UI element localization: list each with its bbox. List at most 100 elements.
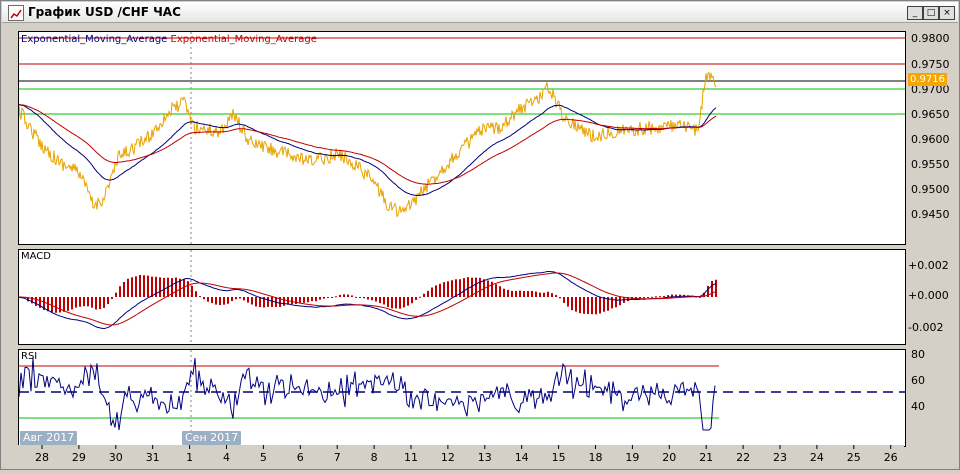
macd-histogram-bar <box>355 296 357 298</box>
time-tick-label: 11 <box>404 451 418 464</box>
macd-histogram-bar <box>371 297 373 301</box>
macd-histogram-bar <box>111 297 113 299</box>
macd-histogram-bar <box>331 296 333 298</box>
macd-histogram-bar <box>175 277 177 297</box>
price-pane[interactable]: Exponential_Moving_Average Exponential_M… <box>18 31 906 245</box>
time-tick-label: 30 <box>109 451 123 464</box>
time-tick-label: 21 <box>699 451 713 464</box>
legend-ema-slow: Exponential_Moving_Average <box>170 34 317 45</box>
macd-histogram-bar <box>423 293 425 297</box>
macd-histogram-bar <box>223 297 225 305</box>
macd-histogram-bar <box>319 297 321 300</box>
macd-histogram-bar <box>563 297 565 303</box>
macd-histogram-bar <box>611 297 613 309</box>
macd-histogram-bar <box>487 280 489 297</box>
macd-histogram-bar <box>259 297 261 307</box>
indicator-legend: Exponential_Moving_Average Exponential_M… <box>21 34 317 45</box>
time-tick-label: 29 <box>72 451 86 464</box>
time-tick-label: 31 <box>146 451 160 464</box>
time-axis-ticks: 28 29 30 31 1 4 5 6 7 8 11 12 13 14 15 18 19 20 21 22 23 24 25… <box>35 445 898 464</box>
macd-histogram-bar <box>643 297 645 299</box>
close-icon: × <box>943 8 951 18</box>
macd-histogram-bar <box>95 297 97 310</box>
time-tick-label: 1 <box>186 451 193 464</box>
macd-histogram-bar <box>327 297 329 298</box>
macd-histogram-bar <box>227 297 229 304</box>
macd-histogram-bar <box>363 297 365 299</box>
time-tick-label: 8 <box>371 451 378 464</box>
macd-histogram-bar <box>139 274 141 297</box>
macd-tick: +0.000 <box>908 289 949 302</box>
macd-histogram-bar <box>419 296 421 298</box>
time-tick-label: 23 <box>773 451 787 464</box>
macd-histogram-bar <box>187 281 189 297</box>
time-tick-label: 12 <box>441 451 455 464</box>
macd-histogram-bar <box>103 297 105 308</box>
minimize-icon: _ <box>912 8 918 18</box>
time-tick-label: 5 <box>260 451 267 464</box>
rsi-tick: 80 <box>911 348 925 361</box>
macd-histogram-bar <box>143 275 145 297</box>
macd-histogram-bar <box>519 290 521 297</box>
price-tick: 0.9800 <box>911 32 950 45</box>
macd-histogram-bar <box>55 297 57 313</box>
time-tick-label: 28 <box>35 451 49 464</box>
macd-histogram-bar <box>195 291 197 297</box>
macd-histogram-bar <box>315 297 317 302</box>
rsi-tick: 40 <box>911 400 925 413</box>
macd-histogram-bar <box>603 297 605 312</box>
macd-histogram-bar <box>59 297 61 313</box>
macd-histogram-bar <box>207 297 209 302</box>
macd-pane[interactable]: MACD <box>18 249 906 345</box>
macd-histogram-bar <box>307 297 309 303</box>
rsi-pane[interactable]: RSI Авг 2017 Сен 2017 <box>18 349 906 447</box>
macd-histogram-bar <box>383 297 385 305</box>
macd-histogram-bar <box>663 295 665 297</box>
macd-histogram-bar <box>463 278 465 297</box>
macd-histogram-bar <box>359 297 361 298</box>
time-tick-label: 20 <box>662 451 676 464</box>
macd-histogram-bar <box>619 297 621 306</box>
macd-histogram-bar <box>651 296 653 298</box>
macd-histogram-bar <box>75 297 77 308</box>
macd-histogram-bar <box>191 285 193 297</box>
macd-histogram-bar <box>147 275 149 297</box>
macd-histogram-bar <box>567 297 569 307</box>
macd-histogram-bar <box>511 290 513 297</box>
macd-histogram-bar <box>503 288 505 297</box>
macd-histogram-bar <box>427 290 429 297</box>
macd-histogram-bar <box>447 281 449 297</box>
macd-histogram-bar <box>615 297 617 308</box>
title-bar[interactable]: График USD /CHF ЧАС _ □ × <box>2 2 958 23</box>
close-button[interactable]: × <box>939 6 955 20</box>
macd-histogram-bar <box>647 297 649 298</box>
maximize-button[interactable]: □ <box>923 6 939 20</box>
macd-histogram-bar <box>559 297 561 299</box>
macd-histogram-bar <box>299 297 301 304</box>
month-label-sep: Сен 2017 <box>182 431 242 445</box>
macd-histogram-bar <box>375 297 377 302</box>
macd-histogram-bar <box>335 296 337 298</box>
macd-histogram-bar <box>255 297 257 307</box>
minimize-button[interactable]: _ <box>907 6 923 20</box>
macd-histogram-bar <box>507 289 509 297</box>
time-tick-label: 24 <box>810 451 824 464</box>
time-tick-label: 25 <box>847 451 861 464</box>
macd-histogram-bar <box>583 297 585 314</box>
price-tick: 0.9450 <box>911 208 950 221</box>
macd-histogram-bar <box>339 294 341 297</box>
price-tick: 0.9500 <box>911 183 950 196</box>
macd-histogram-bar <box>151 276 153 297</box>
macd-histogram-bar <box>655 296 657 298</box>
macd-histogram-bar <box>395 297 397 309</box>
price-tick: 0.9550 <box>911 158 950 171</box>
macd-histogram-bar <box>63 297 65 312</box>
time-tick-label: 22 <box>736 451 750 464</box>
macd-histogram-bar <box>243 297 245 301</box>
price-tick: 0.9650 <box>911 108 950 121</box>
macd-histogram-bar <box>575 297 577 312</box>
macd-histogram-bar <box>543 292 545 297</box>
macd-histogram-bar <box>215 297 217 305</box>
macd-histogram-bar <box>247 297 249 303</box>
macd-histogram-bar <box>439 283 441 297</box>
